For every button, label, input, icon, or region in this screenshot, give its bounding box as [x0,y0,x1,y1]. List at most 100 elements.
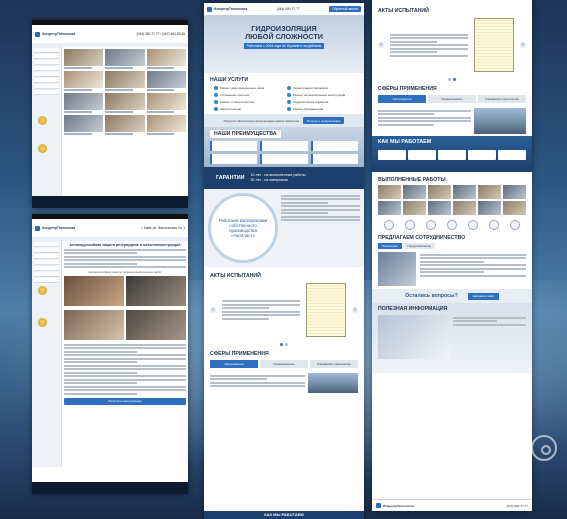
acts-carousel: ‹ › [204,279,364,341]
service-label: Ремонт и защита бетона [220,100,255,104]
work-step [468,150,496,160]
consult-button[interactable]: Получите консультацию [64,397,186,405]
gallery-photo[interactable] [146,93,186,110]
chevron-right-icon[interactable]: › [352,307,358,313]
sidebar-item[interactable] [34,54,59,59]
text-line [378,123,434,126]
sidebar-item[interactable] [34,242,59,247]
sidebar-item[interactable] [34,90,59,95]
sidebar-item[interactable] [34,60,59,65]
write-us-button[interactable]: Напишите нам! [467,292,499,300]
certificate-image[interactable] [474,18,514,72]
gallery-photo[interactable] [64,115,104,132]
gallery-photo[interactable] [146,115,186,132]
gallery-photo[interactable] [105,71,145,88]
text-line [420,271,484,273]
service-item[interactable]: Устранение протечек [214,93,281,97]
site-header: ИзоцентрТехнологии (044) 000-77-77 Обрат… [204,3,364,15]
photo-caption [105,89,133,91]
sphere-tab[interactable]: Электромонтаж [378,95,426,103]
logo[interactable]: ИзоцентрТехнологии [35,225,75,231]
work-photo[interactable] [428,185,451,199]
carousel-dot[interactable] [285,343,288,346]
gallery-photo[interactable] [64,93,104,110]
carousel-dot[interactable] [453,78,456,81]
service-item[interactable]: Гидроизоляция подвалов [287,100,354,104]
spheres-section: СФЕРЫ ПРИМЕНЕНИЯ [372,83,532,92]
sidebar-item[interactable] [34,248,59,253]
work-photo[interactable] [378,185,401,199]
work-photo[interactable] [478,201,501,215]
text-line [222,307,269,310]
acts-carousel: ‹ › [372,14,532,76]
coop-title: ПРЕДЛАГАЕМ СОТРУДНИЧЕСТВО [378,235,466,241]
service-item[interactable]: Герметизация бассейнов [287,86,354,90]
service-item[interactable]: Ремонт и защита бетона [214,100,281,104]
text-line [420,274,526,277]
work-photo[interactable] [378,201,401,215]
tab-representatives[interactable]: Представителям [403,243,435,249]
callback-button[interactable]: Обратный звонок [329,6,361,12]
logo[interactable]: ИзоцентрТехнологии [35,31,75,37]
sidebar-item[interactable] [34,84,59,89]
sidebar-item[interactable] [34,278,59,283]
sphere-tab[interactable]: Промышленность [260,360,308,368]
service-item[interactable]: Ремонт фундаментов [287,107,354,111]
text-line [64,255,186,258]
sidebar-item[interactable] [34,254,59,259]
gallery-photo[interactable] [64,71,104,88]
sidebar-item[interactable] [34,48,59,53]
work-photo[interactable] [428,201,451,215]
work-photo[interactable] [478,185,501,199]
carousel-dot[interactable] [280,343,283,346]
gallery-photo[interactable] [105,93,145,110]
gallery-photo[interactable] [64,49,104,66]
work-photo[interactable] [64,276,124,306]
chevron-left-icon[interactable]: ‹ [378,42,384,48]
tab-partners[interactable]: Партнерам [378,243,402,249]
work-photo[interactable] [64,310,124,340]
sidebar-item[interactable] [34,260,59,265]
logo[interactable]: ИзоцентрТехнологии [207,6,247,12]
chevron-right-icon[interactable]: › [520,42,526,48]
work-photo[interactable] [126,310,186,340]
coop-section: ПРЕДЛАГАЕМ СОТРУДНИЧЕСТВО [372,233,532,243]
sidebar-item[interactable] [34,72,59,77]
service-label: Герметизация бассейнов [293,86,328,90]
service-item[interactable]: Защита колонн [214,107,281,111]
screenshot-right: АКТЫ ИСПЫТАНИЙ ‹ › СФЕРЫ ПРИМЕНЕНИЯ Элек… [372,0,532,511]
text-line [64,368,186,370]
gallery-photo[interactable] [105,49,145,66]
work-photo[interactable] [503,201,526,215]
sphere-tab[interactable]: Электромонтаж [210,360,258,368]
work-photo[interactable] [503,185,526,199]
work-photo[interactable] [453,201,476,215]
text-line [420,267,526,270]
text-line [390,37,468,39]
work-photo[interactable] [453,185,476,199]
work-photo[interactable] [403,185,426,199]
sidebar-item[interactable] [34,66,59,71]
advantage-card [310,154,358,164]
sidebar-item[interactable] [34,78,59,83]
service-item[interactable]: Ремонт железобетонных конструкций [287,93,354,97]
text-line [281,212,329,214]
gallery-photo[interactable] [105,115,145,132]
footer-logo[interactable]: ИзоцентрТехнологии [376,503,414,508]
chevron-left-icon[interactable]: ‹ [210,307,216,313]
work-photo[interactable] [126,276,186,306]
carousel-dot[interactable] [448,78,451,81]
sphere-tab[interactable]: Гражданское строительство [478,95,526,103]
work-photo[interactable] [403,201,426,215]
gallery-photo[interactable] [146,49,186,66]
gallery-photo[interactable] [146,71,186,88]
sphere-tab[interactable]: Промышленность [428,95,476,103]
certificate-image[interactable] [306,283,346,337]
sphere-tab[interactable]: Гражданское строительство [310,360,358,368]
coop-content [372,249,532,289]
sidebar-item[interactable] [34,272,59,277]
service-item[interactable]: Ремонт деформационных швов [214,86,281,90]
info-title: ПОЛЕЗНАЯ ИНФОРМАЦИЯ [378,306,448,312]
consult-button[interactable]: Получить консультацию [302,117,345,124]
sidebar-item[interactable] [34,266,59,271]
